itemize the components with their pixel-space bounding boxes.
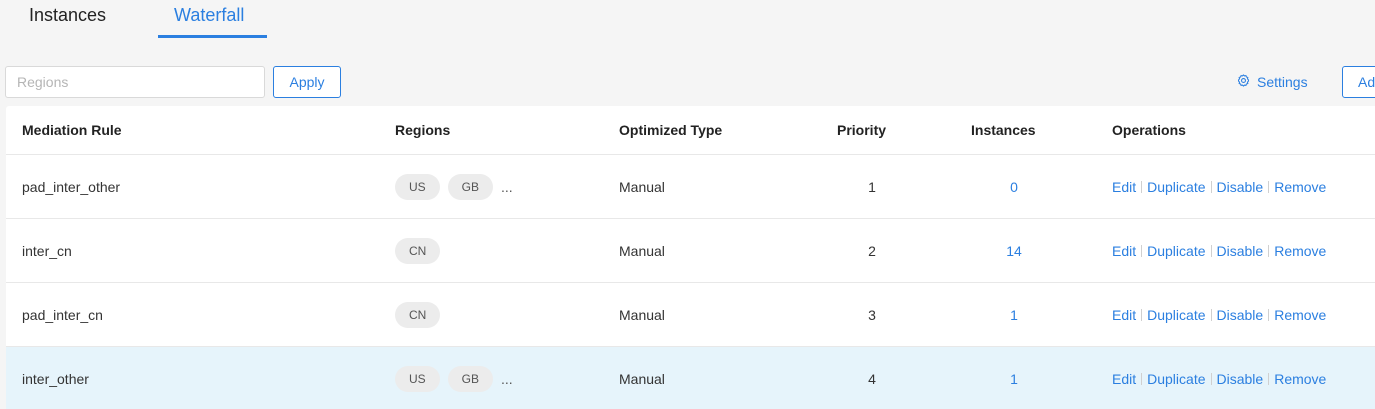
divider <box>1141 244 1143 257</box>
operations-cell: Edit Duplicate Disable Remove <box>1112 283 1326 346</box>
table-row: inter_other US GB ... Manual 4 1 Edit Dup… <box>6 347 1375 409</box>
settings-button[interactable]: Settings <box>1237 66 1308 98</box>
rule-name: inter_cn <box>22 242 72 259</box>
remove-link[interactable]: Remove <box>1274 307 1326 323</box>
duplicate-link[interactable]: Duplicate <box>1147 179 1205 195</box>
disable-link[interactable]: Disable <box>1217 243 1264 259</box>
operations-cell: Edit Duplicate Disable Remove <box>1112 347 1326 409</box>
regions-cell: CN <box>395 219 441 282</box>
duplicate-link[interactable]: Duplicate <box>1147 307 1205 323</box>
column-header-regions: Regions <box>395 122 451 138</box>
column-header-operations: Operations <box>1112 122 1186 138</box>
divider <box>1210 372 1212 385</box>
rule-name: pad_inter_other <box>22 178 121 195</box>
regions-cell: US GB ... <box>395 347 513 409</box>
disable-link[interactable]: Disable <box>1217 307 1264 323</box>
region-tag: GB <box>447 173 494 200</box>
regions-cell: CN <box>395 283 441 346</box>
column-header-instances: Instances <box>971 122 1036 138</box>
tab-bar: Instances Waterfall <box>0 0 1375 40</box>
gear-icon <box>1237 66 1250 98</box>
instances-count-link[interactable]: 1 <box>964 283 1064 346</box>
add-button[interactable]: Add <box>1342 66 1375 98</box>
rule-name: inter_other <box>22 370 89 387</box>
table-row: inter_cn CN Manual 2 14 Edit Duplicate Dis… <box>6 219 1375 283</box>
mediation-rules-table: Mediation Rule Regions Optimized Type Pr… <box>6 106 1375 409</box>
table-row: pad_inter_cn CN Manual 3 1 Edit Duplicate… <box>6 283 1375 347</box>
priority-value: 4 <box>868 370 876 387</box>
optimized-type: Manual <box>619 306 665 323</box>
remove-link[interactable]: Remove <box>1274 243 1326 259</box>
edit-link[interactable]: Edit <box>1112 179 1136 195</box>
divider <box>1268 244 1270 257</box>
divider <box>1268 308 1270 321</box>
divider <box>1141 180 1143 193</box>
table-row: pad_inter_other US GB ... Manual 1 0 Edi… <box>6 155 1375 219</box>
duplicate-link[interactable]: Duplicate <box>1147 243 1205 259</box>
more-regions-indicator[interactable]: ... <box>501 179 513 195</box>
region-tag: CN <box>395 301 441 328</box>
optimized-type: Manual <box>619 178 665 195</box>
regions-filter-input[interactable] <box>5 66 265 98</box>
regions-cell: US GB ... <box>395 155 513 218</box>
more-regions-indicator[interactable]: ... <box>501 371 513 387</box>
divider <box>1141 308 1143 321</box>
rule-name: pad_inter_cn <box>22 306 103 323</box>
settings-label: Settings <box>1257 74 1308 90</box>
edit-link[interactable]: Edit <box>1112 307 1136 323</box>
duplicate-link[interactable]: Duplicate <box>1147 371 1205 387</box>
column-header-rule: Mediation Rule <box>22 122 122 138</box>
divider <box>1141 372 1143 385</box>
edit-link[interactable]: Edit <box>1112 243 1136 259</box>
operations-cell: Edit Duplicate Disable Remove <box>1112 219 1326 282</box>
disable-link[interactable]: Disable <box>1217 179 1264 195</box>
instances-count-link[interactable]: 0 <box>964 155 1064 218</box>
region-tag: US <box>395 173 440 200</box>
disable-link[interactable]: Disable <box>1217 371 1264 387</box>
divider <box>1268 372 1270 385</box>
priority-value: 2 <box>868 242 876 259</box>
edit-link[interactable]: Edit <box>1112 371 1136 387</box>
region-tag: CN <box>395 237 441 264</box>
divider <box>1210 244 1212 257</box>
tab-waterfall[interactable]: Waterfall <box>174 0 244 39</box>
region-tag: US <box>395 365 440 392</box>
tab-instances[interactable]: Instances <box>29 0 106 39</box>
column-header-priority: Priority <box>837 122 887 138</box>
operations-cell: Edit Duplicate Disable Remove <box>1112 155 1326 218</box>
priority-value: 1 <box>868 178 876 195</box>
active-tab-indicator <box>158 35 267 38</box>
column-header-type: Optimized Type <box>619 122 723 138</box>
optimized-type: Manual <box>619 370 665 387</box>
remove-link[interactable]: Remove <box>1274 371 1326 387</box>
apply-button[interactable]: Apply <box>273 66 341 98</box>
optimized-type: Manual <box>619 242 665 259</box>
instances-count-link[interactable]: 1 <box>964 347 1064 409</box>
table-header: Mediation Rule Regions Optimized Type Pr… <box>6 106 1375 155</box>
region-tag: GB <box>447 365 494 392</box>
instances-count-link[interactable]: 14 <box>964 219 1064 282</box>
divider <box>1210 308 1212 321</box>
remove-link[interactable]: Remove <box>1274 179 1326 195</box>
priority-value: 3 <box>868 306 876 323</box>
divider <box>1268 180 1270 193</box>
divider <box>1210 180 1212 193</box>
